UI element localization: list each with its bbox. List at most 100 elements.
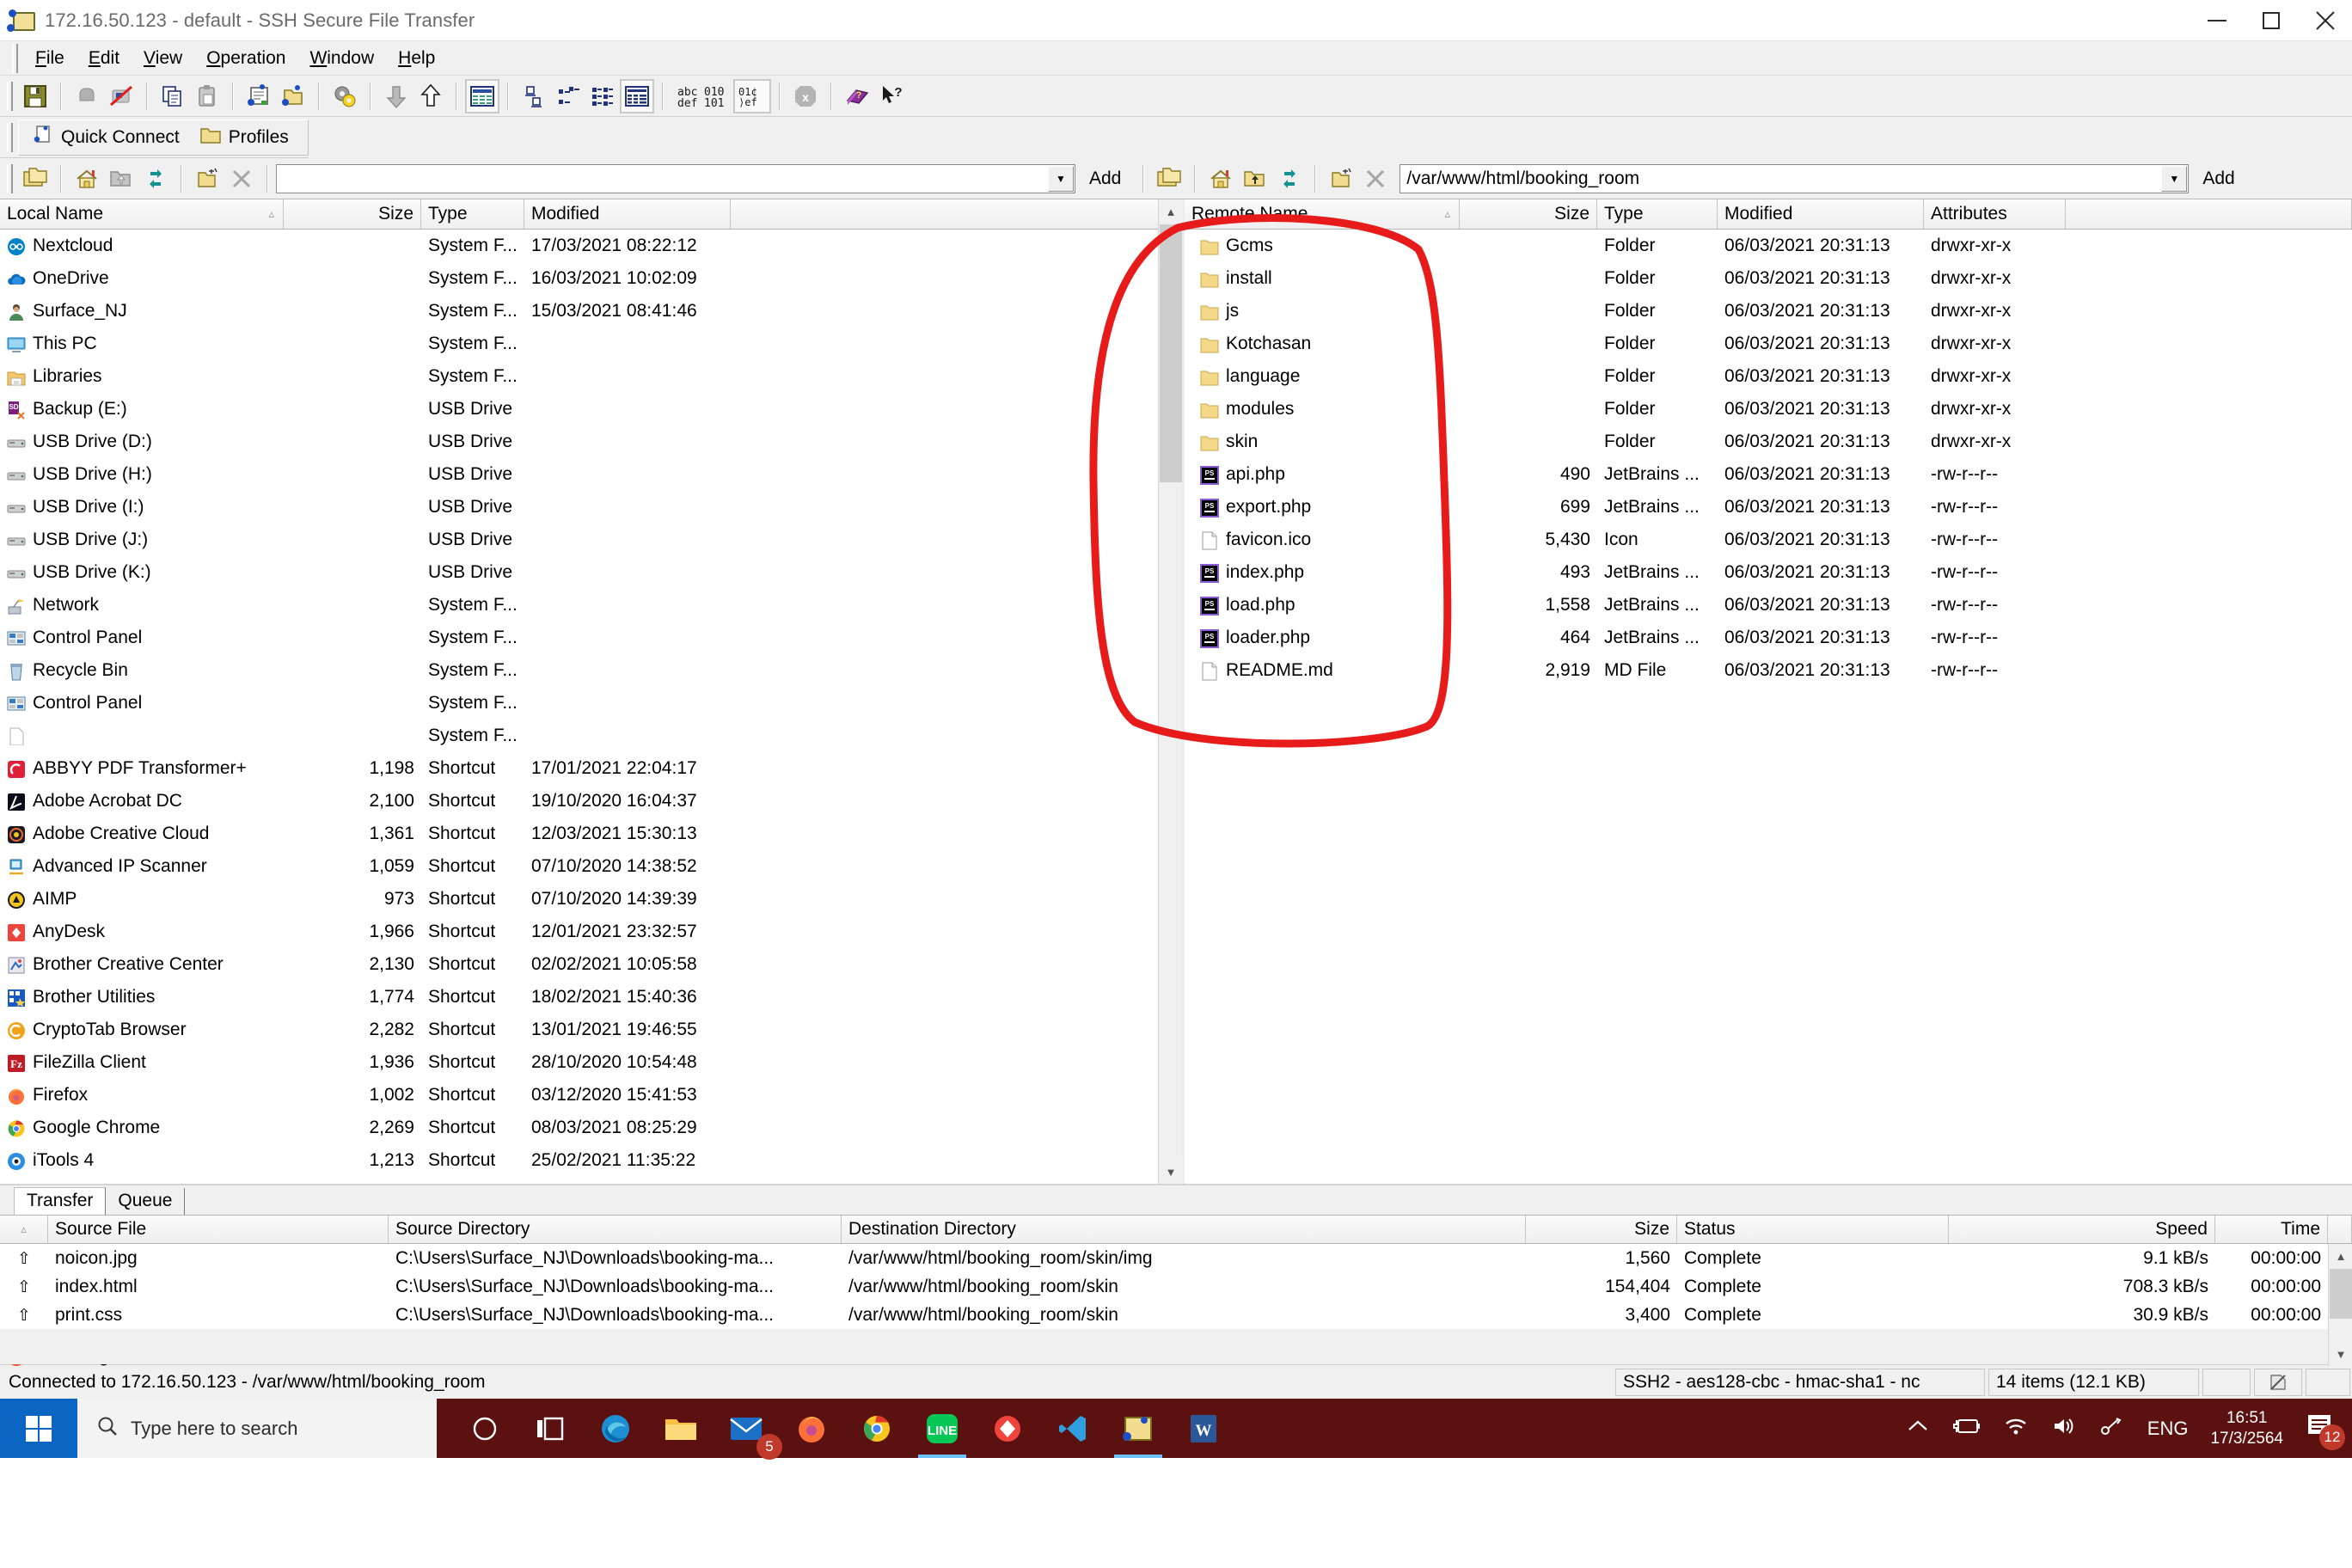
wifi-icon[interactable] <box>2003 1416 2029 1442</box>
table-row[interactable]: System F... <box>0 720 1182 752</box>
anydesk-icon[interactable] <box>975 1399 1040 1458</box>
local-up-folder-icon[interactable] <box>104 162 138 196</box>
table-row[interactable]: CryptoTab Browser 2,282 Shortcut 13/01/2021… <box>0 1014 1182 1046</box>
table-row[interactable]: Libraries System F... <box>0 360 1182 393</box>
list-detail-icon[interactable] <box>585 79 620 113</box>
table-row[interactable]: iTools 4 1,213 Shortcut 25/02/2021 11:35:22 <box>0 1144 1182 1177</box>
local-path-dropdown-arrow[interactable]: ▼ <box>1048 165 1074 192</box>
local-file-name-cell[interactable]: Nextcloud <box>0 236 284 256</box>
local-file-name-cell[interactable]: Google Chrome <box>0 1118 284 1138</box>
local-add-button[interactable]: Add <box>1075 168 1135 189</box>
save-icon[interactable] <box>18 79 52 113</box>
local-file-name-cell[interactable]: Fz FileZilla Client <box>0 1052 284 1073</box>
remote-path-dropdown-arrow[interactable]: ▼ <box>2161 165 2188 192</box>
remote-file-name-cell[interactable]: PS export.php <box>1185 497 1460 518</box>
local-column-type[interactable]: Type <box>421 199 524 229</box>
remote-file-name-cell[interactable]: skin <box>1185 432 1460 452</box>
remote-file-name-cell[interactable]: install <box>1185 268 1460 289</box>
local-file-name-cell[interactable]: Libraries <box>0 366 284 387</box>
local-delete-icon[interactable] <box>224 162 259 196</box>
table-row[interactable]: PS api.php 490 JetBrains ... 06/03/2021 20:3… <box>1185 458 2352 491</box>
table-row[interactable]: modules Folder 06/03/2021 20:31:13 drwxr-xr… <box>1185 393 2352 426</box>
print-icon[interactable] <box>70 79 104 113</box>
remote-path-input[interactable]: /var/www/html/booking_room <box>1406 168 2160 189</box>
remote-file-name-cell[interactable]: Kotchasan <box>1185 334 1460 354</box>
table-row[interactable]: OneDrive System F... 16/03/2021 10:02:09 <box>0 262 1182 295</box>
local-file-name-cell[interactable]: OneDrive <box>0 268 284 289</box>
status-resize-grip[interactable] <box>2306 1368 2350 1396</box>
table-row[interactable]: ABBYY PDF Transformer+ 1,198 Shortcut 17/01… <box>0 752 1182 785</box>
transfer-column-source-file[interactable]: Source File <box>48 1216 389 1243</box>
local-file-name-cell[interactable]: USB Drive (J:) <box>0 530 284 550</box>
chrome-icon[interactable] <box>844 1399 910 1458</box>
remote-file-name-cell[interactable]: README.md <box>1185 660 1460 681</box>
local-file-name-cell[interactable]: Brother Creative Center <box>0 954 284 975</box>
file-explorer-icon[interactable] <box>648 1399 714 1458</box>
show-hidden-icons-icon[interactable] <box>1907 1418 1929 1440</box>
table-row[interactable]: USB Drive (I:) USB Drive <box>0 491 1182 524</box>
mail-icon[interactable]: 5 <box>714 1399 782 1460</box>
menu-item-edit[interactable]: Edit <box>77 45 132 72</box>
settings-gear-icon[interactable] <box>328 79 362 113</box>
local-file-name-cell[interactable] <box>0 726 284 745</box>
context-help-icon[interactable]: ? <box>874 79 909 113</box>
local-file-name-cell[interactable]: Firefox <box>0 1085 284 1106</box>
remote-new-dir-icon[interactable] <box>1324 162 1358 196</box>
local-file-name-cell[interactable]: Adobe Creative Cloud <box>0 824 284 844</box>
table-row[interactable]: USB Drive (K:) USB Drive <box>0 556 1182 589</box>
local-file-name-cell[interactable]: Control Panel <box>0 628 284 648</box>
close-button[interactable] <box>2298 0 2352 41</box>
small-icons-view-icon[interactable] <box>517 79 551 113</box>
table-row[interactable]: Adobe Acrobat DC 2,100 Shortcut 19/10/2020 … <box>0 785 1182 818</box>
firefox-icon[interactable] <box>779 1399 844 1458</box>
local-file-name-cell[interactable]: SD Backup (E:) <box>0 399 284 420</box>
table-row[interactable]: README.md 2,919 MD File 06/03/2021 20:31:13… <box>1185 654 2352 687</box>
local-scroll-up-button[interactable]: ▲ <box>1159 199 1183 224</box>
transfer-mode-auto-icon[interactable]: 01¢ ⟩ef <box>733 78 771 113</box>
quick-connect-button[interactable]: Quick Connect <box>22 123 190 152</box>
tab-queue[interactable]: Queue <box>106 1188 186 1215</box>
table-row[interactable]: PS load.php 1,558 JetBrains ... 06/03/2021 2… <box>1185 589 2352 622</box>
battery-icon[interactable] <box>1951 1417 1981 1441</box>
local-file-name-cell[interactable]: Control Panel <box>0 693 284 714</box>
local-new-dir-icon[interactable] <box>190 162 224 196</box>
new-terminal-icon[interactable] <box>242 79 276 113</box>
table-row[interactable]: SD Backup (E:) USB Drive <box>0 393 1182 426</box>
remote-file-name-cell[interactable]: js <box>1185 301 1460 322</box>
profiles-button[interactable]: Profiles <box>190 124 299 151</box>
table-row[interactable]: Adobe Creative Cloud 1,361 Shortcut 12/03/2… <box>0 818 1182 850</box>
table-row[interactable]: PS loader.php 464 JetBrains ... 06/03/2021 2… <box>1185 622 2352 654</box>
download-arrow-icon[interactable] <box>379 79 413 113</box>
detail-view-icon[interactable] <box>465 78 499 113</box>
local-file-name-cell[interactable]: AIMP <box>0 889 284 910</box>
local-new-folder-icon[interactable] <box>18 162 52 196</box>
line-icon[interactable]: LINE <box>910 1399 975 1458</box>
local-file-name-cell[interactable]: Network <box>0 595 284 616</box>
local-file-name-cell[interactable]: Advanced IP Scanner <box>0 856 284 877</box>
remote-file-name-cell[interactable]: PS load.php <box>1185 595 1460 616</box>
local-scroll-thumb[interactable] <box>1160 224 1182 482</box>
menu-item-view[interactable]: View <box>132 45 194 72</box>
transfer-row[interactable]: ⇧ print.css C:\Users\Surface_NJ\Downloads\… <box>0 1301 2352 1329</box>
table-row[interactable]: This PC System F... <box>0 328 1182 360</box>
remote-file-name-cell[interactable]: PS index.php <box>1185 562 1460 583</box>
table-row[interactable]: Advanced IP Scanner 1,059 Shortcut 07/10/20… <box>0 850 1182 883</box>
remote-refresh-icon[interactable] <box>1272 162 1307 196</box>
remote-column-size[interactable]: Size <box>1460 199 1597 229</box>
task-view-icon[interactable] <box>518 1399 583 1458</box>
table-row[interactable]: Brother Utilities 1,774 Shortcut 18/02/2021… <box>0 981 1182 1014</box>
local-file-name-cell[interactable]: USB Drive (I:) <box>0 497 284 518</box>
onedrive-sync-icon[interactable] <box>2099 1416 2125 1442</box>
table-row[interactable]: language Folder 06/03/2021 20:31:13 drwxr-x… <box>1185 360 2352 393</box>
local-file-name-cell[interactable]: Adobe Acrobat DC <box>0 791 284 812</box>
transfer-column-source-dir[interactable]: Source Directory <box>389 1216 842 1243</box>
menu-grip[interactable] <box>12 43 18 73</box>
table-row[interactable]: AnyDesk 1,966 Shortcut 12/01/2021 23:32:57 <box>0 916 1182 948</box>
vscode-icon[interactable] <box>1040 1399 1106 1458</box>
edge-icon[interactable] <box>583 1399 648 1458</box>
table-row[interactable]: AIMP 973 Shortcut 07/10/2020 14:39:39 <box>0 883 1182 916</box>
copy-icon[interactable] <box>156 79 190 113</box>
transfer-column-direction[interactable]: ▵ <box>0 1216 48 1243</box>
transfer-column-speed[interactable]: Speed <box>1949 1216 2215 1243</box>
table-row[interactable]: Brother Creative Center 2,130 Shortcut 02/0… <box>0 948 1182 981</box>
